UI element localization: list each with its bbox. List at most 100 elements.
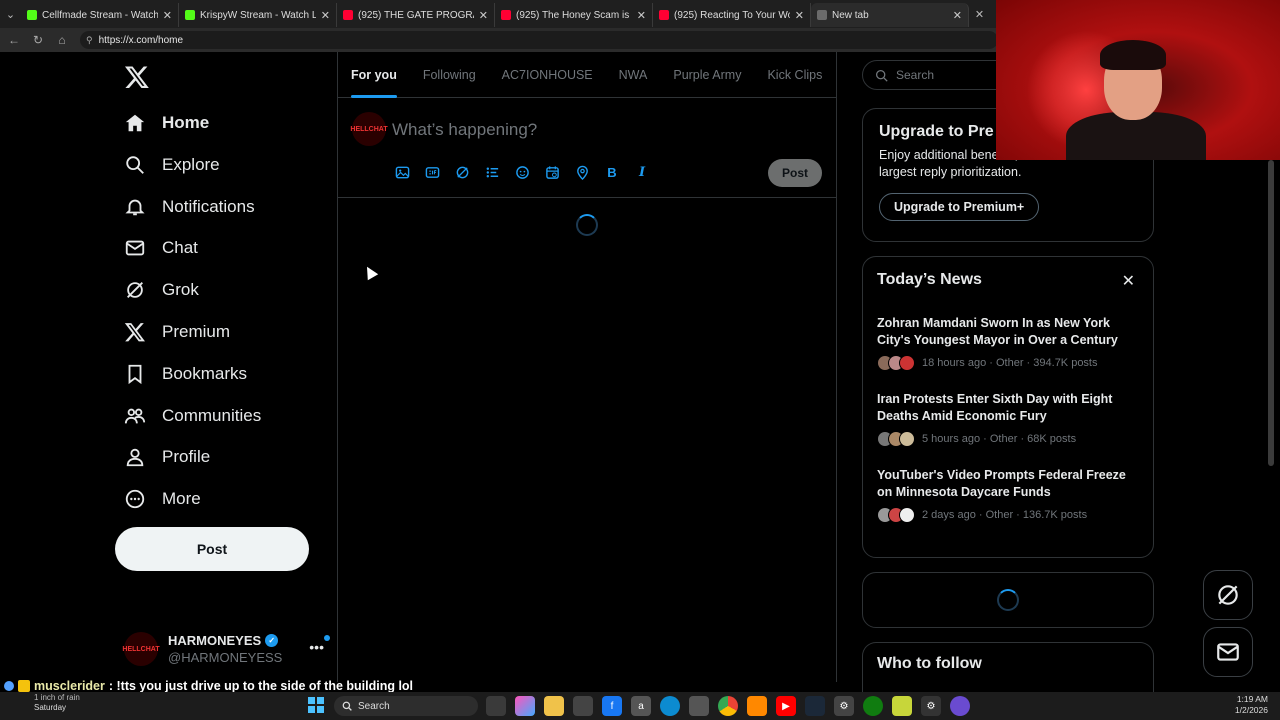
url-field[interactable]: ⚲ https://x.com/home xyxy=(80,31,998,49)
news-headline: Iran Protests Enter Sixth Day with Eight… xyxy=(877,392,1113,423)
nav-item-more[interactable]: More xyxy=(124,481,201,517)
tab-list-chevron-icon[interactable]: ⌄ xyxy=(0,0,21,28)
bold-icon[interactable]: B xyxy=(604,164,620,180)
tab-close-icon[interactable]: ✕ xyxy=(163,9,172,22)
loading-spinner xyxy=(576,214,598,236)
messages-floating-button[interactable] xyxy=(1203,627,1253,677)
feed-tab[interactable]: AC7IONHOUSE xyxy=(489,52,606,98)
bookmark-icon xyxy=(128,364,142,384)
tab-title: (925) The Honey Scam is Worse T xyxy=(516,9,632,21)
tab-favicon-icon xyxy=(659,10,669,20)
news-item[interactable]: Zohran Mamdani Sworn In as New York City… xyxy=(877,315,1139,371)
url-text: https://x.com/home xyxy=(98,34,184,46)
composer-input[interactable]: What’s happening? xyxy=(392,120,537,140)
obs-icon[interactable] xyxy=(950,696,970,716)
tab-close-icon[interactable]: ✕ xyxy=(637,9,646,22)
feed-tab[interactable]: Following xyxy=(410,52,489,98)
browser-tab[interactable]: (925) THE GATE PROGRAM: Were ✕ xyxy=(337,3,495,27)
tab-favicon-icon xyxy=(185,10,195,20)
vlc-icon[interactable] xyxy=(747,696,767,716)
nav-item-explore[interactable]: Explore xyxy=(124,147,220,183)
search-icon xyxy=(126,156,144,174)
compose-post-button[interactable]: Post xyxy=(768,159,822,187)
tab-close-icon[interactable]: ✕ xyxy=(953,9,962,22)
nav-item-bookmarks[interactable]: Bookmarks xyxy=(124,356,247,392)
browser-tab[interactable]: (925) The Honey Scam is Worse T ✕ xyxy=(495,3,653,27)
grok-floating-button[interactable] xyxy=(1203,570,1253,620)
chat-text: : !tts you just drive up to the side of … xyxy=(108,679,414,693)
reload-icon[interactable]: ↻ xyxy=(32,33,44,47)
feed-tab[interactable]: For you xyxy=(338,52,410,98)
grok-icon[interactable] xyxy=(454,164,470,180)
nav-item-chat[interactable]: Chat xyxy=(124,230,198,266)
windows-start-icon[interactable] xyxy=(308,697,324,713)
window-close-icon[interactable]: ✕ xyxy=(969,0,990,28)
page-scrollbar[interactable] xyxy=(1268,160,1274,466)
gif-icon[interactable] xyxy=(424,164,440,180)
tab-close-icon[interactable]: ✕ xyxy=(479,9,488,22)
nav-item-label: Communities xyxy=(162,405,262,425)
nav-item-profile[interactable]: Profile xyxy=(124,439,210,475)
tab-close-icon[interactable]: ✕ xyxy=(795,9,804,22)
feed-tab[interactable]: Purple Army xyxy=(660,52,754,98)
taskbar-search[interactable]: Search xyxy=(334,696,478,716)
steam-icon[interactable] xyxy=(805,696,825,716)
taskbar-clock[interactable]: 1:19 AM 1/2/2026 xyxy=(1235,694,1268,716)
edge-icon[interactable] xyxy=(660,696,680,716)
more-dots-icon[interactable]: ••• xyxy=(309,639,324,655)
upgrade-premium-button[interactable]: Upgrade to Premium+ xyxy=(879,193,1040,221)
weather-widget[interactable]: 1 inch of rain Saturday xyxy=(10,693,80,713)
loading-card xyxy=(862,572,1154,628)
news-meta: 5 hours ago · Other · 68K posts xyxy=(922,433,1077,445)
xbox-icon[interactable] xyxy=(863,696,883,716)
post-button[interactable]: Post xyxy=(115,527,309,571)
nav-item-notifications[interactable]: Notifications xyxy=(124,189,255,225)
amazon-icon[interactable]: a xyxy=(631,696,651,716)
nav-item-grok[interactable]: Grok xyxy=(124,272,199,308)
feed-tab[interactable]: Kick Clips xyxy=(754,52,835,98)
grok-icon xyxy=(1218,585,1238,605)
account-switcher[interactable]: HELLCHAT HARMONEYES ✓ @HARMONEYESS ••• xyxy=(122,627,330,671)
site-info-icon[interactable]: ⚲ xyxy=(86,35,93,46)
poll-icon[interactable] xyxy=(484,164,500,180)
back-icon[interactable]: ← xyxy=(8,33,20,47)
calculator-icon[interactable] xyxy=(689,696,709,716)
store-icon[interactable] xyxy=(573,696,593,716)
emoji-icon[interactable] xyxy=(514,164,530,180)
tab-title: Cellfmade Stream - Watch Li xyxy=(42,9,158,21)
tab-close-icon[interactable]: ✕ xyxy=(321,9,330,22)
youtube-icon[interactable]: ▶ xyxy=(776,696,796,716)
notes-icon[interactable] xyxy=(892,696,912,716)
search-icon xyxy=(875,69,888,82)
feed-tab[interactable]: NWA xyxy=(606,52,661,98)
chrome-icon[interactable] xyxy=(718,696,738,716)
browser-tab[interactable]: (925) Reacting To Your Worst Tec ✕ xyxy=(653,3,811,27)
nav-item-communities[interactable]: Communities xyxy=(124,398,261,434)
schedule-icon[interactable] xyxy=(544,164,560,180)
browser-tab[interactable]: New tab ✕ xyxy=(811,3,969,27)
file-explorer-icon[interactable] xyxy=(544,696,564,716)
chat-badge-icon xyxy=(4,681,14,691)
nav-item-home[interactable]: Home xyxy=(124,105,209,141)
news-item[interactable]: YouTuber's Video Prompts Federal Freeze … xyxy=(877,467,1139,523)
gear-icon[interactable]: ⚙ xyxy=(921,696,941,716)
composer-avatar[interactable]: HELLCHAT xyxy=(350,112,388,146)
news-item[interactable]: Iran Protests Enter Sixth Day with Eight… xyxy=(877,391,1139,447)
home-button-icon[interactable]: ⌂ xyxy=(56,33,68,47)
nav-item-premium[interactable]: Premium xyxy=(124,314,230,350)
browser-tab[interactable]: Cellfmade Stream - Watch Li ✕ xyxy=(21,3,179,27)
location-icon[interactable] xyxy=(574,164,590,180)
image-icon[interactable] xyxy=(394,164,410,180)
facebook-icon[interactable]: f xyxy=(602,696,622,716)
italic-icon[interactable]: I xyxy=(634,164,650,180)
settings-icon[interactable]: ⚙ xyxy=(834,696,854,716)
copilot-icon[interactable] xyxy=(515,696,535,716)
nav-item-label: Chat xyxy=(162,238,198,258)
x-logo-icon[interactable] xyxy=(124,64,150,90)
close-icon[interactable]: ✕ xyxy=(1122,271,1135,291)
x-icon xyxy=(124,323,145,342)
task-view-icon[interactable] xyxy=(486,696,506,716)
verified-badge-icon: ✓ xyxy=(265,634,279,647)
browser-tab[interactable]: KrispyW Stream - Watch Live ✕ xyxy=(179,3,337,27)
more-circle-icon xyxy=(125,490,145,509)
